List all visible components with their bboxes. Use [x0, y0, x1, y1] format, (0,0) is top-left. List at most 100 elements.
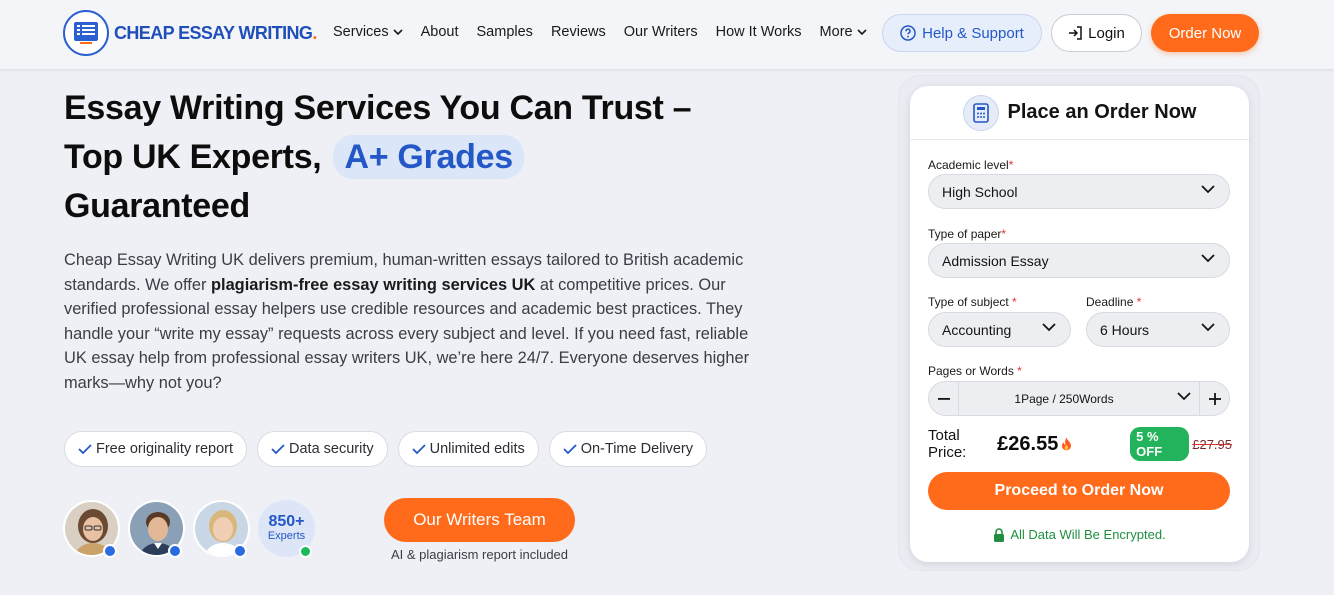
chevron-down-icon	[1042, 323, 1056, 332]
feature-chip: On-Time Delivery	[548, 431, 707, 467]
order-form-header: Place an Order Now	[910, 86, 1249, 140]
desc-bold: plagiarism-free essay writing services U…	[211, 275, 536, 294]
nav-reviews[interactable]: Reviews	[551, 24, 606, 40]
proceed-to-order-label: Proceed to Order Now	[994, 482, 1164, 499]
title-line-2-text: Top UK Experts,	[64, 138, 322, 176]
experts-number: 850+	[268, 513, 305, 530]
plus-icon	[1208, 392, 1221, 405]
required-mark: *	[1012, 295, 1017, 309]
our-writers-team-button[interactable]: Our Writers Team	[384, 498, 575, 542]
subject-label-text: Type of subject	[928, 295, 1013, 309]
login-icon	[1069, 26, 1082, 40]
required-mark: *	[1017, 364, 1022, 378]
pages-label-text: Pages or Words	[928, 364, 1018, 378]
feature-chip: Unlimited edits	[397, 431, 539, 467]
pages-label: Pages or Words *	[928, 364, 1022, 378]
encryption-note-text: All Data Will Be Encrypted.	[1010, 527, 1166, 542]
encryption-note: All Data Will Be Encrypted.	[910, 527, 1249, 542]
title-highlight: A+ Grades	[333, 135, 524, 179]
old-price: £27.95	[1192, 436, 1232, 452]
pages-select[interactable]: 1Page / 250Words	[959, 382, 1199, 415]
subject-select[interactable]: Accounting	[928, 312, 1071, 347]
order-form: Place an Order Now Academic level* High …	[910, 86, 1249, 562]
paper-type-value: Admission Essay	[942, 252, 1049, 269]
writer-avatar	[63, 500, 120, 558]
site-header: CHEAP ESSAY WRITING. Services About Samp…	[0, 0, 1334, 70]
nav-more[interactable]: More	[820, 24, 867, 40]
check-icon	[563, 444, 577, 455]
writer-avatar	[128, 500, 185, 558]
total-price-label: Total Price:	[928, 427, 967, 461]
academic-level-select[interactable]: High School	[928, 174, 1230, 209]
deadline-label: Deadline *	[1086, 295, 1141, 309]
order-form-title: Place an Order Now	[1007, 101, 1197, 123]
pages-value: 1Page / 250Words	[1014, 391, 1114, 406]
increase-pages-button[interactable]	[1199, 382, 1229, 415]
nav-services-label: Services	[333, 24, 389, 40]
chevron-down-icon	[1201, 323, 1215, 332]
paper-type-select[interactable]: Admission Essay	[928, 243, 1230, 278]
lock-icon	[994, 527, 1005, 542]
title-line-2: Top UK Experts, A+ Grades	[64, 133, 784, 182]
feature-label: Unlimited edits	[429, 441, 525, 457]
writer-avatar	[193, 500, 250, 558]
deadline-label-text: Deadline	[1086, 295, 1137, 309]
chevron-down-icon	[857, 29, 867, 35]
minus-icon	[937, 397, 950, 400]
required-mark: *	[1136, 295, 1142, 309]
proceed-to-order-button[interactable]: Proceed to Order Now	[928, 472, 1230, 510]
nav-about-label: About	[420, 24, 459, 40]
brand-logo[interactable]: CHEAP ESSAY WRITING.	[63, 10, 317, 56]
nav-how-it-works-label: How It Works	[715, 24, 802, 40]
decrease-pages-button[interactable]	[929, 382, 959, 415]
help-support-button[interactable]: Help & Support	[882, 14, 1042, 52]
writers-note: AI & plagiarism report included	[390, 547, 569, 562]
hero-description: Cheap Essay Writing UK delivers premium,…	[64, 248, 764, 395]
online-status-icon	[299, 545, 312, 558]
required-mark: *	[1008, 158, 1014, 172]
feature-chip: Free originality report	[64, 431, 247, 467]
nav-samples[interactable]: Samples	[477, 24, 533, 40]
nav-our-writers[interactable]: Our Writers	[624, 24, 698, 40]
required-mark: *	[1001, 227, 1007, 241]
nav-about[interactable]: About	[421, 24, 459, 40]
login-label: Login	[1088, 24, 1125, 42]
experts-label: Experts	[267, 530, 306, 542]
nav-services[interactable]: Services	[333, 24, 403, 40]
subject-label: Type of subject *	[928, 295, 1017, 309]
feature-label: On-Time Delivery	[580, 441, 693, 457]
verified-badge-icon	[103, 544, 117, 558]
login-button[interactable]: Login	[1051, 14, 1142, 52]
chevron-down-icon	[393, 29, 403, 35]
feature-label: Free originality report	[96, 441, 233, 457]
nav-our-writers-label: Our Writers	[623, 24, 698, 40]
deadline-value: 6 Hours	[1100, 321, 1150, 338]
pages-stepper: 1Page / 250Words	[928, 381, 1230, 416]
title-line-1: Essay Writing Services You Can Trust –	[64, 89, 692, 127]
experts-count: 850+ Experts	[258, 500, 315, 558]
order-now-button[interactable]: Order Now	[1151, 14, 1259, 52]
page-title: Essay Writing Services You Can Trust – T…	[64, 84, 784, 231]
deadline-select[interactable]: 6 Hours	[1086, 312, 1230, 347]
main-nav: Services About Samples Reviews Our Write…	[333, 22, 885, 42]
verified-badge-icon	[168, 544, 182, 558]
check-icon	[271, 444, 285, 455]
feature-label: Data security	[289, 441, 374, 457]
calculator-icon	[962, 94, 999, 131]
help-support-label: Help & Support	[922, 24, 1024, 42]
subject-value: Accounting	[942, 321, 1012, 338]
academic-level-label-text: Academic level	[928, 158, 1009, 172]
discount-badge: 5 % OFF	[1130, 427, 1190, 461]
feature-chip: Data security	[257, 431, 388, 467]
academic-level-value: High School	[942, 183, 1018, 200]
question-circle-icon	[900, 25, 916, 41]
check-icon	[78, 444, 92, 455]
total-price-row: Total Price: £26.55 5 % OFF £27.95	[928, 427, 1232, 461]
verified-badge-icon	[233, 544, 247, 558]
total-price-value: £26.55	[997, 432, 1059, 455]
logo-icon	[63, 10, 109, 56]
title-line-3: Guaranteed	[64, 187, 250, 225]
nav-reviews-label: Reviews	[550, 24, 606, 40]
nav-how-it-works[interactable]: How It Works	[716, 24, 802, 40]
chevron-down-icon	[1201, 254, 1215, 263]
